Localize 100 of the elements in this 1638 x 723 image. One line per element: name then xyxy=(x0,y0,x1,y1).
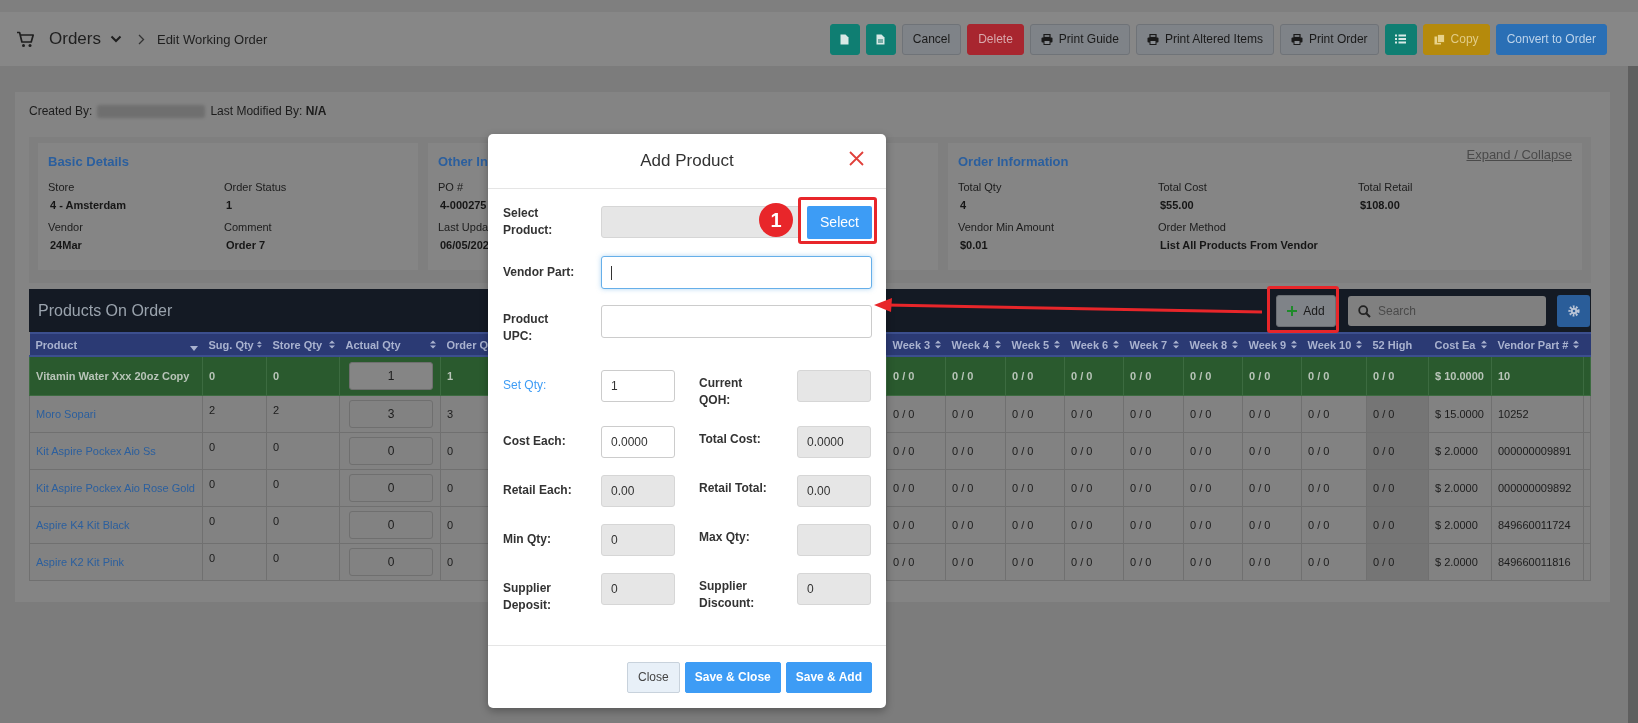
close-icon xyxy=(849,151,864,166)
sort-icon[interactable] xyxy=(1480,340,1487,349)
document-button[interactable] xyxy=(829,23,860,55)
field-label: Supplier Discount: xyxy=(698,578,756,612)
input-field[interactable]: 1 xyxy=(601,370,675,402)
add-button[interactable]: Add xyxy=(1276,294,1336,327)
sort-icon[interactable] xyxy=(934,340,941,349)
table-cell: 0 / 0 xyxy=(1064,432,1124,469)
table-cell: 000000009891 xyxy=(1491,432,1584,469)
column-header[interactable]: Sug. Qty xyxy=(208,338,254,351)
list-button[interactable] xyxy=(1384,23,1417,55)
table-cell: 0 / 0 xyxy=(1183,395,1243,432)
column-header[interactable]: Vendor Part # xyxy=(1497,338,1569,351)
cart-icon xyxy=(16,30,35,48)
table-cell: $ 10.0000 xyxy=(1428,356,1492,395)
quantity-field[interactable]: 0 xyxy=(349,473,433,502)
field-label: Product UPC: xyxy=(503,311,550,345)
quantity-field[interactable]: 1 xyxy=(349,361,433,390)
field-label: Order Method xyxy=(1158,221,1226,233)
sort-icon[interactable] xyxy=(1172,340,1179,349)
table-cell: 2 xyxy=(202,395,267,432)
close-button[interactable]: Close xyxy=(627,661,680,693)
table-cell: 849660011816 xyxy=(1491,543,1584,580)
field-label: Max Qty: xyxy=(698,529,751,546)
column-header[interactable]: Week 5 xyxy=(1011,338,1050,351)
sort-desc-icon[interactable] xyxy=(189,345,198,351)
sort-icon[interactable] xyxy=(429,340,436,349)
column-header[interactable]: Store Qty xyxy=(272,338,322,351)
column-header[interactable]: Week 3 xyxy=(892,338,931,351)
field-value: 24Mar xyxy=(49,239,82,251)
column-header[interactable]: Week 4 xyxy=(951,338,990,351)
table-cell: 0 / 0 xyxy=(1123,356,1184,395)
column-header[interactable]: Week 9 xyxy=(1248,338,1287,351)
quantity-field[interactable]: 0 xyxy=(349,510,433,539)
table-cell: 0 / 0 xyxy=(1123,432,1184,469)
column-header[interactable]: 52 High xyxy=(1372,338,1413,351)
column-header[interactable]: Cost Ea xyxy=(1434,338,1476,351)
settings-button[interactable] xyxy=(1557,294,1590,327)
sort-icon[interactable] xyxy=(994,340,1001,349)
scrollbar[interactable] xyxy=(1628,66,1638,723)
primary-button[interactable]: Convert to Order xyxy=(1495,23,1607,55)
field-label: Cost Each: xyxy=(503,433,567,450)
sort-icon[interactable] xyxy=(256,340,262,349)
table-cell: 0 / 0 xyxy=(1242,543,1302,580)
table-cell: 0 / 0 xyxy=(945,469,1006,506)
sort-icon[interactable] xyxy=(1112,340,1119,349)
sort-icon[interactable] xyxy=(1572,340,1579,349)
table-cell: 0 / 0 xyxy=(1301,432,1367,469)
delete-button[interactable]: Delete xyxy=(967,23,1024,55)
quantity-field[interactable]: 0 xyxy=(349,547,433,576)
table-cell: 0 / 0 xyxy=(886,543,946,580)
print-button[interactable]: Print Guide xyxy=(1029,23,1130,55)
sort-icon[interactable] xyxy=(1355,340,1362,349)
column-header[interactable]: Week 8 xyxy=(1189,338,1228,351)
table-cell: 0 / 0 xyxy=(1301,395,1367,432)
column-header[interactable]: Week 10 xyxy=(1307,338,1352,351)
column-header[interactable]: Product xyxy=(35,338,78,351)
text-field[interactable] xyxy=(601,305,872,338)
print-button[interactable]: Print Altered Items xyxy=(1135,23,1274,55)
sort-icon[interactable] xyxy=(1053,340,1060,349)
quantity-field[interactable]: 0 xyxy=(349,436,433,465)
meta-label: Created By: xyxy=(29,104,93,118)
select-button[interactable]: Select xyxy=(807,205,872,239)
document-button[interactable] xyxy=(865,23,896,55)
table-cell: 0 / 0 xyxy=(945,543,1006,580)
column-header[interactable]: Order Q xyxy=(446,338,489,351)
column-header[interactable]: Week 7 xyxy=(1129,338,1168,351)
table-cell: 0 / 0 xyxy=(1366,543,1429,580)
table-cell: 0 / 0 xyxy=(886,469,946,506)
table-cell: 0 / 0 xyxy=(1123,469,1184,506)
print-button[interactable]: Print Order xyxy=(1279,23,1379,55)
sort-icon[interactable] xyxy=(328,340,335,349)
table-cell: 0 / 0 xyxy=(1366,432,1429,469)
toolbar-button[interactable]: Cancel xyxy=(901,23,962,55)
table-cell: 0 / 0 xyxy=(1064,356,1124,395)
expand-collapse-link[interactable]: Expand / Collapse xyxy=(1466,147,1572,162)
table-cell: 0 / 0 xyxy=(1301,543,1367,580)
settings-icon xyxy=(1567,304,1580,317)
column-header[interactable]: Week 6 xyxy=(1070,338,1109,351)
input-field[interactable]: 0.0000 xyxy=(601,426,675,458)
table-cell: 0 / 0 xyxy=(1183,543,1243,580)
quantity-field[interactable]: 3 xyxy=(349,399,433,428)
save-button[interactable]: Save & Add xyxy=(785,661,872,693)
sort-icon[interactable] xyxy=(1231,340,1238,349)
table-cell: 0 / 0 xyxy=(1183,356,1243,395)
table-cell: 0 / 0 xyxy=(1183,432,1243,469)
document-icon xyxy=(840,33,850,45)
text-field[interactable] xyxy=(601,256,872,289)
printer-icon xyxy=(1290,33,1303,45)
card-title: Basic Details xyxy=(48,154,129,169)
table-cell: 0 xyxy=(266,469,340,506)
column-header[interactable]: Actual Qty xyxy=(345,338,401,351)
field-label: Total Cost: xyxy=(698,431,762,448)
field-link[interactable]: Set Qty: xyxy=(503,370,601,394)
save-button[interactable]: Save & Close xyxy=(684,661,781,693)
sort-icon[interactable] xyxy=(1290,340,1297,349)
table-cell: 0 / 0 xyxy=(1005,395,1065,432)
module-menu[interactable]: Orders xyxy=(47,29,124,49)
table-cell: 0 / 0 xyxy=(886,506,946,543)
table-cell: 0 / 0 xyxy=(1064,395,1124,432)
